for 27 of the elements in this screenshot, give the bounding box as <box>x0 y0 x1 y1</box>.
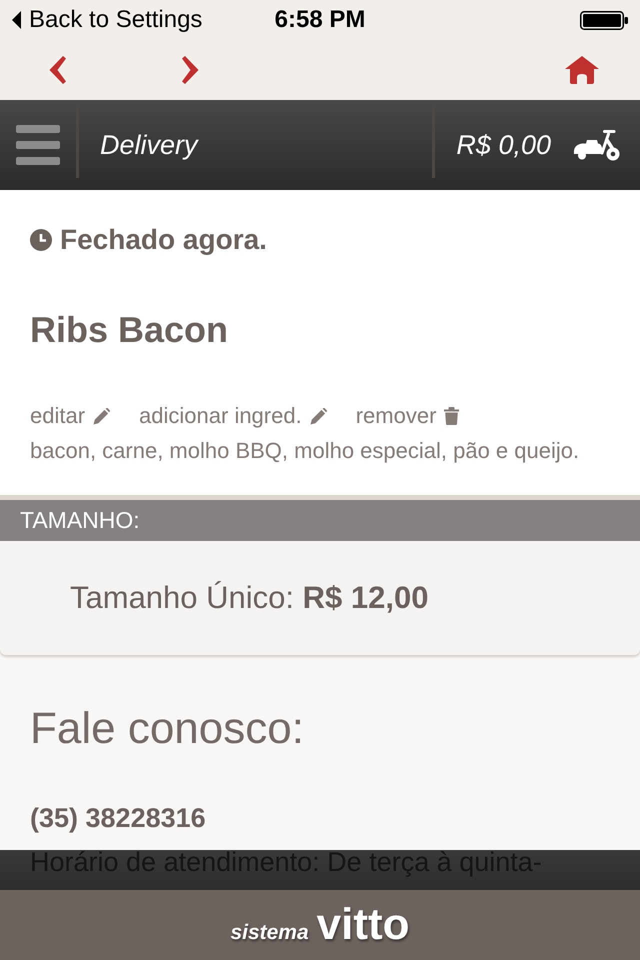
logo-wordmark: vitto <box>316 900 410 950</box>
action-link[interactable]: editar <box>30 403 110 429</box>
ingredients-text: bacon, carne, molho BBQ, molho especial, pão e queijo. <box>30 438 580 464</box>
back-triangle-icon <box>12 11 21 29</box>
menu-icon[interactable] <box>16 125 60 165</box>
size-option[interactable]: Tamanho Único: R$ 12,00 <box>0 541 640 655</box>
contact-heading: Fale conosco: <box>30 703 305 755</box>
action-link[interactable]: adicionar ingred. <box>139 403 327 429</box>
pencil-icon <box>310 408 327 424</box>
pencil-icon <box>93 408 110 424</box>
phone-number: (35) 38228316 <box>30 802 207 834</box>
cart-total: R$ 0,00 <box>456 130 551 160</box>
action-link[interactable]: remover <box>356 403 460 429</box>
logo-prefix: sistema <box>230 921 309 945</box>
clock-time: 6:58 PM <box>274 6 366 34</box>
store-status-text: Fechado agora. <box>60 224 267 256</box>
battery-icon <box>580 10 628 30</box>
trash-icon <box>444 407 460 425</box>
header-title: Delivery <box>100 130 198 160</box>
chevron-right-icon[interactable] <box>181 56 199 84</box>
back-to-settings-link[interactable]: Back to Settings <box>12 6 202 34</box>
home-icon[interactable] <box>565 56 599 84</box>
chevron-left-icon[interactable] <box>49 56 67 84</box>
section-title: TAMANHO: <box>0 500 640 541</box>
product-name: Ribs Bacon <box>30 309 230 351</box>
clock-icon <box>30 229 52 251</box>
scooter-icon[interactable] <box>573 129 620 161</box>
